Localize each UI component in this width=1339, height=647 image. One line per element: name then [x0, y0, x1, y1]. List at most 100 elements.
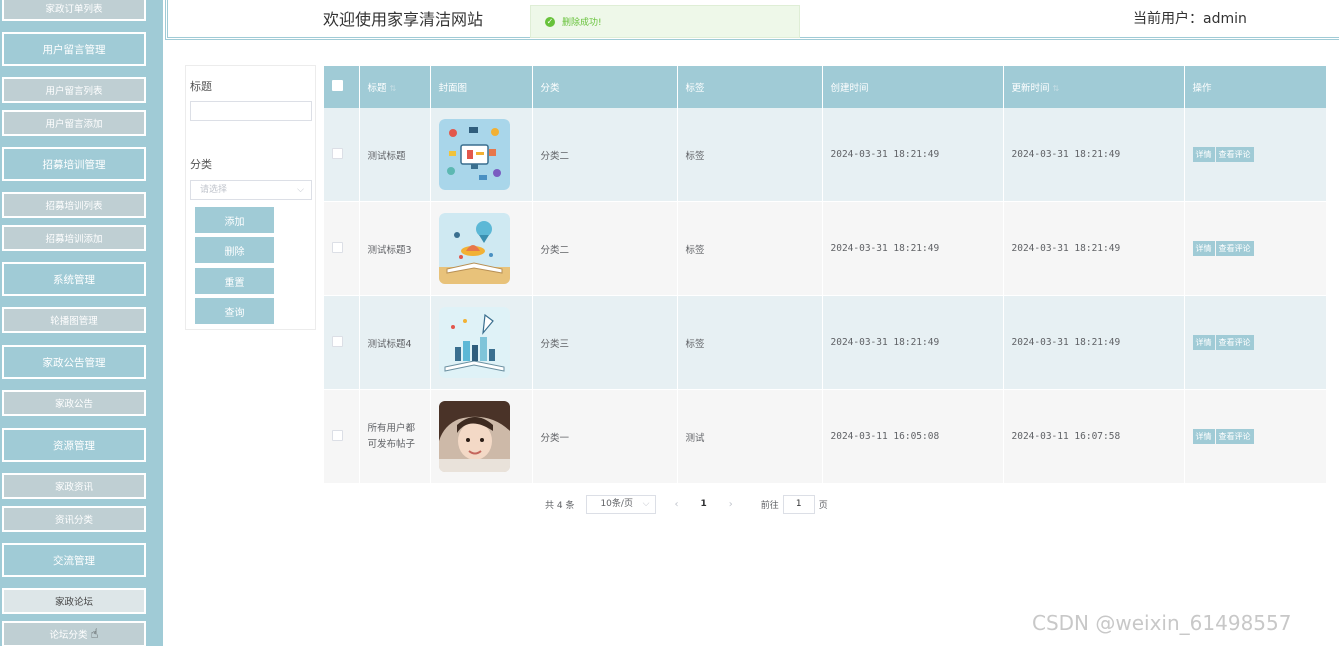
row-updated-time: 2024-03-11 16:07:58	[1003, 389, 1185, 484]
page-size-select[interactable]: 10条/页 ⌵	[586, 494, 657, 514]
row-updated-time: 2024-03-31 18:21:49	[1003, 108, 1185, 202]
chevron-down-icon: ⌵	[642, 498, 650, 509]
sidebar-item-label: 家政订单列表	[45, 4, 103, 15]
row-title: 测试标题	[359, 108, 431, 202]
sidebar-item-label: 家政公告	[54, 399, 93, 410]
goto-label: 前往	[760, 500, 779, 511]
add-button[interactable]: 添加	[195, 207, 274, 233]
row-category: 分类二	[532, 201, 678, 296]
column-header-created[interactable]: 创建时间	[822, 66, 1004, 108]
detail-button[interactable]: 详情	[1192, 335, 1215, 350]
sidebar-item-label: 用户留言管理	[42, 43, 106, 56]
row-select-cell	[324, 108, 360, 202]
cover-image[interactable]	[438, 401, 510, 472]
sidebar-group-training-management[interactable]: 招募培训管理	[2, 147, 146, 181]
row-title: 所有用户都可发布帖子	[359, 389, 431, 484]
sidebar-group-communication-management[interactable]: 交流管理	[2, 543, 146, 577]
category-filter-select[interactable]: 请选择 ⌵	[190, 180, 312, 200]
column-header-cover: 封面图	[430, 66, 533, 108]
column-header-label: 创建时间	[830, 83, 869, 94]
table-row: 所有用户都可发布帖子 分类一 测试 2024-03-11 16:05:08 20…	[324, 389, 1327, 484]
row-created-time: 2024-03-11 16:05:08	[822, 389, 1004, 484]
column-header-title[interactable]: 标题 ⇅	[359, 66, 431, 108]
sidebar-group-announcement-management[interactable]: 家政公告管理	[2, 345, 146, 379]
next-page-icon[interactable]: ›	[729, 499, 733, 510]
sidebar-item-label: 招募培训管理	[42, 158, 106, 171]
search-panel: 标题 分类 请选择 ⌵ 添加 删除 重置 查询	[185, 65, 316, 330]
category-filter-label: 分类	[190, 158, 212, 171]
forum-table: 标题 ⇅ 封面图 分类 标签 创建时间 更新时间 ⇅ 操作 测试标题 分类二 标…	[324, 66, 1327, 484]
sidebar-item-forum-category[interactable]: 论坛分类 ☝	[2, 621, 146, 647]
select-all-checkbox[interactable]	[332, 80, 343, 91]
sidebar-item-forum[interactable]: 家政论坛	[2, 588, 146, 614]
row-checkbox[interactable]	[332, 147, 343, 159]
pagination: 共 4 条 10条/页 ⌵ ‹ 1 › 前往 1 页	[545, 494, 828, 514]
sidebar-item-news-category[interactable]: 资讯分类	[2, 506, 146, 532]
sidebar-item-news[interactable]: 家政资讯	[2, 473, 146, 499]
detail-button[interactable]: 详情	[1192, 147, 1215, 162]
sidebar-item-housekeeping-order-list[interactable]: 家政订单列表	[2, 0, 146, 21]
row-created-time: 2024-03-31 18:21:49	[822, 201, 1004, 296]
sidebar-group-resource-management[interactable]: 资源管理	[2, 428, 146, 462]
row-checkbox[interactable]	[332, 429, 343, 441]
row-cover-cell	[430, 389, 533, 484]
sidebar-item-label: 资源管理	[53, 439, 95, 452]
title-filter-input[interactable]	[190, 101, 312, 121]
sidebar-item-label: 用户留言列表	[45, 86, 103, 97]
cover-image[interactable]	[438, 213, 510, 284]
row-checkbox[interactable]	[332, 241, 343, 253]
column-header-actions: 操作	[1184, 66, 1327, 108]
pagination-total: 共 4 条	[545, 500, 575, 511]
column-header-updated[interactable]: 更新时间 ⇅	[1003, 66, 1185, 108]
table-header-row: 标题 ⇅ 封面图 分类 标签 创建时间 更新时间 ⇅ 操作	[324, 66, 1327, 108]
view-comments-button[interactable]: 查看评论	[1215, 429, 1254, 444]
sidebar-group-system-management[interactable]: 系统管理	[2, 262, 146, 296]
column-header-label: 标题	[367, 83, 387, 94]
detail-button[interactable]: 详情	[1192, 429, 1215, 444]
reset-button[interactable]: 重置	[195, 268, 274, 294]
row-cover-cell	[430, 201, 533, 296]
row-tag: 标签	[677, 108, 823, 202]
view-comments-button[interactable]: 查看评论	[1215, 335, 1254, 350]
row-actions: 详情 查看评论	[1184, 295, 1327, 390]
row-actions: 详情 查看评论	[1184, 201, 1327, 296]
detail-button[interactable]: 详情	[1192, 241, 1215, 256]
cover-image[interactable]	[438, 119, 510, 190]
row-created-time: 2024-03-31 18:21:49	[822, 108, 1004, 202]
sidebar-item-message-add[interactable]: 用户留言添加	[2, 110, 146, 136]
row-title: 测试标题4	[359, 295, 431, 390]
row-category: 分类二	[532, 108, 678, 202]
sort-icon[interactable]: ⇅	[390, 84, 397, 93]
sidebar-item-message-list[interactable]: 用户留言列表	[2, 77, 146, 103]
hand-cursor-icon: ☝	[90, 626, 99, 642]
sidebar-item-carousel-management[interactable]: 轮播图管理	[2, 307, 146, 333]
sidebar-item-label: 资讯分类	[54, 515, 93, 526]
goto-page-input[interactable]: 1	[782, 494, 815, 514]
view-comments-button[interactable]: 查看评论	[1215, 241, 1254, 256]
cover-image[interactable]	[438, 307, 510, 378]
column-header-label: 更新时间	[1011, 83, 1050, 94]
row-actions: 详情 查看评论	[1184, 389, 1327, 484]
view-comments-button[interactable]: 查看评论	[1215, 147, 1254, 162]
delete-button[interactable]: 删除	[195, 237, 274, 263]
sidebar-group-message-management[interactable]: 用户留言管理	[2, 32, 146, 66]
row-checkbox[interactable]	[332, 335, 343, 347]
column-header-category: 分类	[532, 66, 678, 108]
sidebar-item-label: 交流管理	[53, 554, 95, 567]
sidebar-item-training-list[interactable]: 招募培训列表	[2, 192, 146, 218]
query-button[interactable]: 查询	[195, 298, 274, 324]
site-title: 欢迎使用家享清洁网站	[323, 10, 484, 29]
row-tag: 测试	[677, 389, 823, 484]
prev-page-icon[interactable]: ‹	[674, 499, 678, 510]
sidebar-item-label: 家政论坛	[54, 597, 93, 608]
sidebar-item-training-add[interactable]: 招募培训添加	[2, 225, 146, 251]
row-tag: 标签	[677, 295, 823, 390]
row-select-cell	[324, 295, 360, 390]
row-updated-time: 2024-03-31 18:21:49	[1003, 295, 1185, 390]
check-circle-icon: ✓	[545, 16, 555, 27]
sort-icon[interactable]: ⇅	[1053, 84, 1060, 93]
sidebar-item-label: 轮播图管理	[50, 316, 98, 327]
sidebar-item-announcement[interactable]: 家政公告	[2, 390, 146, 416]
current-page-number[interactable]: 1	[700, 499, 706, 509]
page-unit-label: 页	[818, 500, 828, 511]
